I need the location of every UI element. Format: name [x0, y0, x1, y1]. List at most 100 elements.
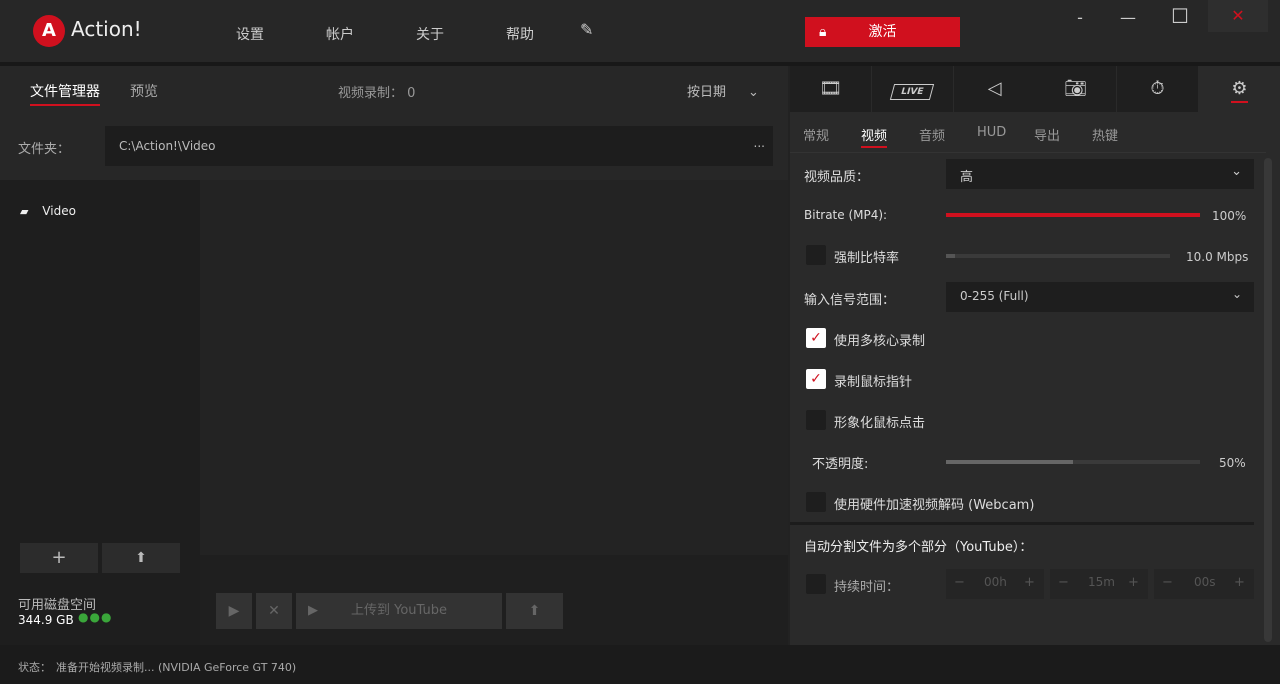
sort-dropdown[interactable]: 按日期 ⌄: [687, 81, 759, 100]
close-icon: ✕: [268, 603, 280, 619]
app-name: Action!: [71, 17, 142, 41]
record-cursor-checkbox[interactable]: ✓: [806, 369, 826, 389]
quality-label: 视频品质：: [804, 170, 870, 185]
force-bitrate-fill: [946, 254, 955, 258]
chevron-down-icon: ⌄: [1231, 164, 1242, 179]
minus-button[interactable]: −: [1058, 575, 1069, 590]
minimize-button[interactable]: —: [1108, 8, 1148, 27]
minimize-small-button[interactable]: -: [1060, 8, 1100, 27]
youtube-icon: ▶: [308, 603, 318, 618]
quality-dropdown[interactable]: 高 ⌄: [946, 159, 1254, 189]
status-text: 准备开始视频录制... (NVIDIA GeForce GT 740): [56, 661, 297, 674]
upload-youtube-label: 上传到 YouTube: [351, 603, 447, 618]
upload-icon: ⬆: [528, 603, 541, 619]
opacity-slider[interactable]: [946, 460, 1200, 464]
add-folder-button[interactable]: +: [20, 543, 98, 573]
multicore-checkbox[interactable]: ✓: [806, 328, 826, 348]
subtab-audio[interactable]: 音频: [919, 125, 945, 144]
bitrate-slider[interactable]: [946, 213, 1200, 217]
recording-count-value: 0: [407, 86, 416, 101]
seconds-stepper[interactable]: − 00s +: [1154, 569, 1254, 599]
activate-button[interactable]: 🔒︎ 激活: [805, 17, 960, 47]
menu-about[interactable]: 关于: [416, 24, 444, 44]
recording-count: 视频录制： 0: [338, 82, 415, 101]
file-list: [200, 180, 788, 555]
minutes-stepper[interactable]: − 15m +: [1050, 569, 1148, 599]
folder-icon: ▰: [20, 205, 29, 218]
visualize-clicks-checkbox[interactable]: [806, 410, 826, 430]
chevron-down-icon: ⌄: [1231, 287, 1242, 301]
subtab-general[interactable]: 常规: [803, 125, 829, 144]
bitrate-fill: [946, 213, 1200, 217]
force-bitrate-slider[interactable]: [946, 254, 1170, 258]
menu-help[interactable]: 帮助: [506, 24, 534, 44]
plus-button[interactable]: +: [1128, 575, 1139, 590]
hw-decode-checkbox[interactable]: [806, 492, 826, 512]
duration-label: 持续时间：: [834, 580, 900, 595]
open-folder-button[interactable]: ⬆: [102, 543, 180, 573]
force-bitrate-value: 10.0 Mbps: [1186, 250, 1249, 264]
subtab-hotkeys[interactable]: 热键: [1092, 125, 1118, 144]
maximize-button[interactable]: ☐: [1160, 4, 1200, 28]
play-button[interactable]: ▶: [216, 593, 252, 629]
tab-preview[interactable]: 预览: [130, 81, 158, 101]
minus-button[interactable]: −: [1162, 575, 1173, 590]
tree-item-video[interactable]: ▰ Video: [20, 204, 76, 218]
live-icon: LIVE: [890, 84, 935, 100]
divider: [790, 152, 1266, 153]
upload-youtube-button[interactable]: ▶ 上传到 YouTube: [296, 593, 502, 629]
opacity-value: 50%: [1219, 456, 1246, 470]
app-logo-icon: A: [33, 15, 65, 47]
plus-button[interactable]: +: [1024, 575, 1035, 590]
tab-file-manager[interactable]: 文件管理器: [30, 81, 100, 106]
tab-audio[interactable]: ◁: [954, 66, 1035, 112]
seconds-value: 00s: [1194, 575, 1216, 589]
folder-path-field[interactable]: C:\Action!\Video...: [105, 126, 773, 166]
lock-icon: 🔒︎: [819, 24, 827, 40]
tab-timer[interactable]: ⏱︎: [1117, 66, 1198, 112]
status-label: 状态：: [18, 661, 51, 674]
record-cursor-label: 录制鼠标指针: [834, 375, 913, 390]
folder-tree: [0, 180, 200, 645]
opacity-fill: [946, 460, 1073, 464]
tab-settings[interactable]: ⚙: [1199, 66, 1280, 112]
input-range-label: 输入信号范围：: [804, 293, 896, 308]
browse-button[interactable]: ...: [754, 136, 765, 150]
menu-settings[interactable]: 设置: [236, 24, 264, 44]
split-files-header: 自动分割文件为多个部分（YouTube）：: [804, 540, 1033, 555]
force-bitrate-label: 强制比特率: [834, 251, 900, 266]
upload-button[interactable]: ⬆: [506, 593, 563, 629]
hw-decode-label: 使用硬件加速视频解码 (Webcam): [834, 498, 1035, 513]
subtab-video[interactable]: 视频: [861, 125, 888, 148]
disk-space-value: 344.9 GB: [18, 613, 74, 627]
delete-button[interactable]: ✕: [256, 593, 292, 629]
tab-live[interactable]: LIVE: [872, 66, 953, 112]
hours-stepper[interactable]: − 00h +: [946, 569, 1044, 599]
activate-label: 激活: [868, 24, 897, 40]
divider: [790, 522, 1254, 525]
film-icon: 🎞︎: [819, 78, 842, 99]
minus-button[interactable]: −: [954, 575, 965, 590]
plus-button[interactable]: +: [1234, 575, 1245, 590]
tab-screenshot[interactable]: 📷︎: [1035, 66, 1116, 112]
close-button[interactable]: ✕: [1208, 0, 1268, 32]
duration-checkbox[interactable]: [806, 574, 826, 594]
camera-icon: 📷︎: [1064, 78, 1087, 99]
chevron-down-icon: ⌄: [748, 85, 759, 100]
disk-status-dots: ●●●: [78, 610, 113, 624]
subtab-hud[interactable]: HUD: [977, 125, 1006, 140]
tree-item-label: Video: [42, 204, 76, 218]
input-range-dropdown[interactable]: 0-255 (Full) ⌄: [946, 282, 1254, 312]
status-bar: 状态： 准备开始视频录制... (NVIDIA GeForce GT 740): [0, 645, 1280, 684]
visualize-clicks-label: 形象化鼠标点击: [834, 416, 926, 431]
menu-account[interactable]: 帐户: [326, 24, 354, 44]
subtab-export[interactable]: 导出: [1034, 125, 1060, 144]
sort-label: 按日期: [687, 85, 727, 100]
scrollbar[interactable]: [1264, 158, 1272, 642]
pen-icon[interactable]: ✎: [580, 20, 593, 39]
folder-upload-icon: ⬆: [135, 550, 147, 566]
force-bitrate-checkbox[interactable]: [806, 245, 826, 265]
bitrate-label: Bitrate (MP4):: [804, 208, 888, 222]
tab-video-recording[interactable]: 🎞︎: [790, 66, 871, 112]
recording-count-label: 视频录制：: [338, 86, 404, 101]
